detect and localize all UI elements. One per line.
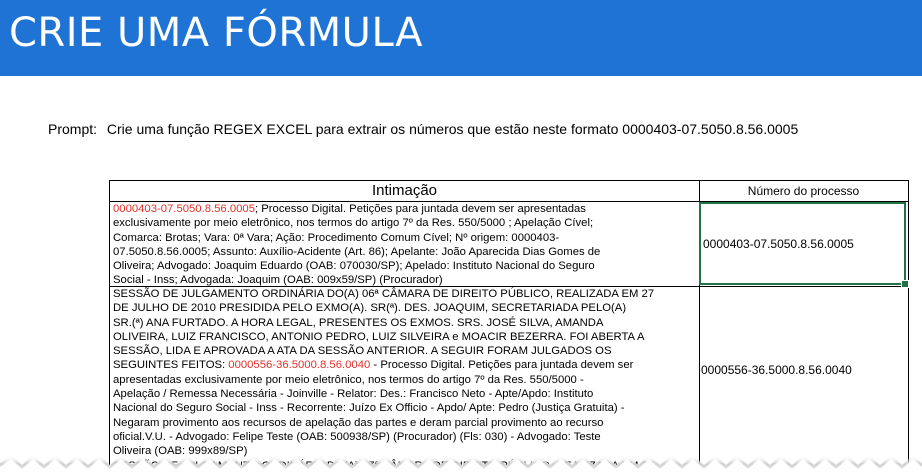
page-title: CRIE UMA FÓRMULA [9, 10, 424, 56]
torn-edge [0, 455, 922, 475]
prompt-row: Prompt: Crie uma função REGEX EXCEL para… [48, 121, 798, 137]
process-number-highlight: 0000556-36.5000.8.56.0040 [228, 359, 371, 372]
table-cell-intimacao-1[interactable]: 0000403-07.5050.8.56.0005; Processo Digi… [113, 202, 697, 286]
intimacao-text: - Processo Digital. Petições para juntad… [113, 359, 634, 458]
process-number-highlight: 0000403-07.5050.8.56.0005 [113, 203, 255, 215]
column-header-numero[interactable]: Número do processo [699, 180, 908, 202]
fill-handle[interactable] [901, 280, 909, 288]
table-cell-intimacao-2[interactable]: SESSÃO DE JULGAMENTO ORDINÁRIA DO(A) 06ª… [113, 287, 697, 475]
table-cell-numero-2[interactable]: 0000556-36.5000.8.56.0040 [701, 363, 852, 377]
prompt-text: Crie uma função REGEX EXCEL para extrair… [106, 121, 799, 137]
process-number-value: 0000403-07.5050.8.56.0005 [703, 237, 854, 251]
intimacao-text: ; Processo Digital. Petições para juntad… [113, 203, 601, 286]
column-header-intimacao[interactable]: Intimação [110, 180, 699, 202]
prompt-label: Prompt: [48, 121, 98, 137]
header-banner: CRIE UMA FÓRMULA [0, 0, 922, 76]
row-divider [109, 286, 909, 287]
selected-cell-numero-1[interactable]: 0000403-07.5050.8.56.0005 [699, 202, 906, 285]
column-intimacao: Intimação 0000403-07.5050.8.56.0005; Pro… [109, 180, 700, 475]
spreadsheet: Intimação 0000403-07.5050.8.56.0005; Pro… [109, 180, 909, 475]
